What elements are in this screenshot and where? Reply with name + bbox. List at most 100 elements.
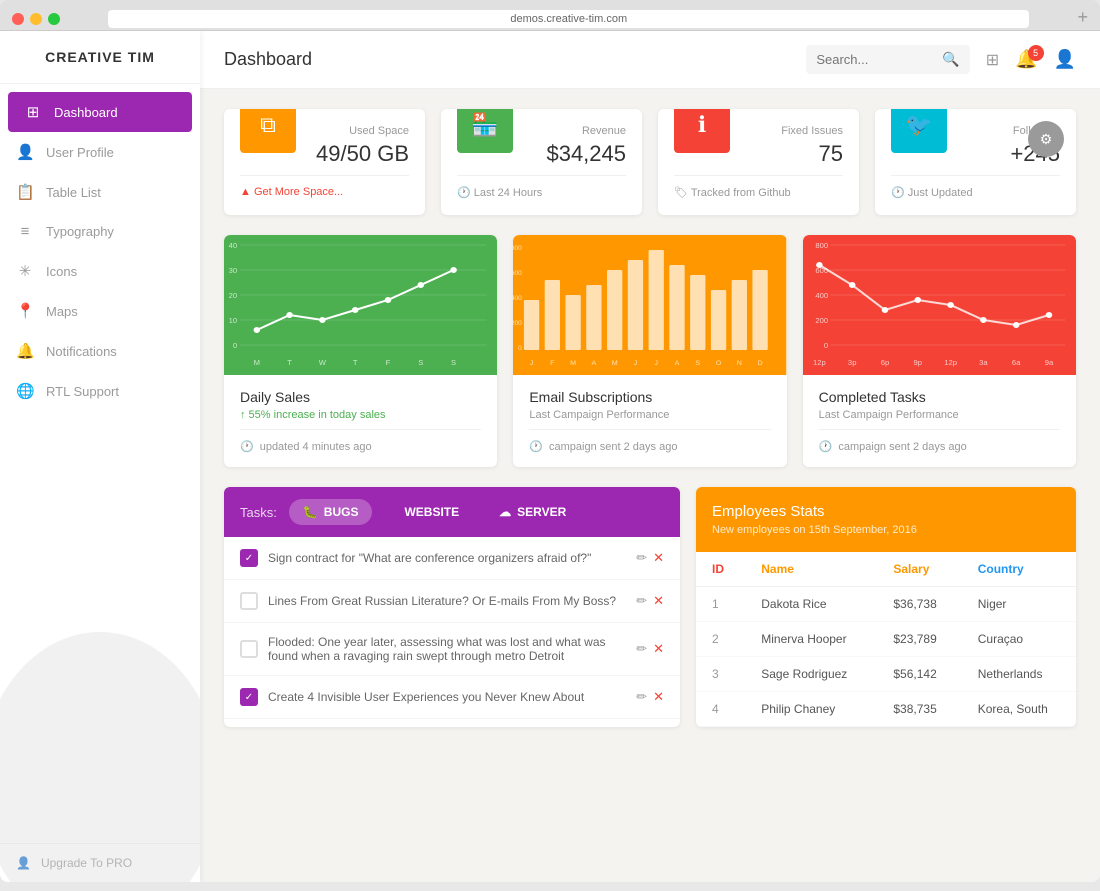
svg-text:M: M (254, 358, 260, 367)
task-edit-4[interactable]: ✏ (636, 689, 647, 705)
table-list-nav-icon: 📋 (16, 183, 34, 201)
svg-text:30: 30 (229, 266, 238, 275)
task-edit-2[interactable]: ✏ (636, 593, 647, 609)
tasks-header: Tasks: 🐛 BUGS WEBSITE ☁ SERVER (224, 487, 680, 537)
grid-icon[interactable]: ⊞ (986, 50, 999, 70)
sidebar-item-dashboard[interactable]: ⊞ Dashboard (8, 92, 192, 132)
stat-card-used-space: ⧉ Used Space 49/50 GB ▲ Get More Space..… (224, 109, 425, 215)
dashboard-nav-label: Dashboard (54, 105, 118, 120)
user-icon[interactable]: 👤 (1054, 49, 1076, 70)
traffic-lights (12, 13, 60, 25)
svg-text:F: F (551, 360, 555, 367)
task-delete-1[interactable]: ✕ (653, 550, 664, 566)
employees-table: IDNameSalaryCountry 1Dakota Rice$36,738N… (696, 552, 1076, 727)
server-label: SERVER (517, 505, 566, 519)
stat-icon-followers: 🐦 (891, 109, 947, 153)
search-icon: 🔍 (942, 51, 959, 68)
notifications-button[interactable]: 🔔 5 (1015, 49, 1037, 70)
task-delete-2[interactable]: ✕ (653, 593, 664, 609)
svg-text:6p: 6p (880, 358, 889, 367)
user-profile-nav-icon: 👤 (16, 143, 34, 161)
website-label: WEBSITE (404, 505, 459, 519)
stat-footer-used-space: ▲ Get More Space... (240, 175, 409, 198)
employees-subtitle: New employees on 15th September, 2016 (712, 524, 1060, 536)
stat-value-fixed-issues: 75 (730, 141, 843, 167)
stat-card-revenue: 🏪 Revenue $34,245 🕐 Last 24 Hours (441, 109, 642, 215)
stats-row: ⧉ Used Space 49/50 GB ▲ Get More Space..… (224, 109, 1076, 215)
sidebar-item-typography[interactable]: ≡ Typography (0, 212, 200, 251)
typography-nav-icon: ≡ (16, 223, 34, 240)
chart-header-daily-sales: 403020100 MTWTFSS (224, 235, 497, 375)
maximize-button[interactable] (48, 13, 60, 25)
task-delete-3[interactable]: ✕ (653, 641, 664, 657)
sidebar-logo: CREATIVE TIM (0, 31, 200, 84)
svg-text:S: S (418, 358, 423, 367)
task-edit-3[interactable]: ✏ (636, 641, 647, 657)
task-checkbox-2[interactable] (240, 592, 258, 610)
sidebar-item-rtl-support[interactable]: 🌐 RTL Support (0, 371, 200, 411)
employee-country: Niger (962, 587, 1076, 622)
rtl-support-nav-label: RTL Support (46, 384, 119, 399)
user-profile-nav-label: User Profile (46, 145, 114, 160)
gear-icon[interactable]: ⚙ (1028, 121, 1064, 157)
employee-salary: $23,789 (877, 622, 961, 657)
svg-text:40: 40 (229, 241, 238, 250)
app-container: CREATIVE TIM ⊞ Dashboard👤 User Profile📋 … (0, 31, 1100, 882)
svg-text:3p: 3p (848, 358, 857, 367)
employee-country: Netherlands (962, 657, 1076, 692)
sidebar-item-maps[interactable]: 📍 Maps (0, 291, 200, 331)
sidebar-item-icons[interactable]: ✳ Icons (0, 251, 200, 291)
maps-nav-label: Maps (46, 304, 78, 319)
svg-text:J: J (655, 360, 659, 367)
employee-name: Minerva Hooper (745, 622, 877, 657)
table-row: 1Dakota Rice$36,738Niger (696, 587, 1076, 622)
stat-info-used-space: Used Space 49/50 GB (296, 125, 409, 167)
svg-text:9p: 9p (913, 358, 922, 367)
stat-icon-used-space: ⧉ (240, 109, 296, 153)
url-bar[interactable]: demos.creative-tim.com (108, 10, 1029, 28)
new-tab-button[interactable]: + (1077, 8, 1088, 30)
task-tab-server[interactable]: ☁ SERVER (485, 499, 580, 525)
stat-footer-fixed-issues: 🏷 Tracked from Github (674, 175, 843, 199)
svg-text:800: 800 (513, 245, 522, 252)
stat-card-top: 🏪 Revenue $34,245 (457, 125, 626, 167)
close-button[interactable] (12, 13, 24, 25)
task-checkbox-3[interactable] (240, 640, 258, 658)
table-row: 3Sage Rodriguez$56,142Netherlands (696, 657, 1076, 692)
topbar-icons: ⊞ 🔔 5 👤 (986, 49, 1076, 70)
svg-text:0: 0 (233, 341, 237, 350)
svg-text:600: 600 (513, 270, 522, 277)
sidebar-item-user-profile[interactable]: 👤 User Profile (0, 132, 200, 172)
stat-icon-fixed-issues: ℹ (674, 109, 730, 153)
upgrade-label: Upgrade To PRO (41, 856, 132, 870)
chart-footer-daily-sales: 🕐 updated 4 minutes ago (240, 429, 481, 453)
task-tab-website[interactable]: WEBSITE (384, 499, 473, 525)
maps-nav-icon: 📍 (16, 302, 34, 320)
bottom-row: Tasks: 🐛 BUGS WEBSITE ☁ SERVER ✓ Sign co… (224, 487, 1076, 727)
task-edit-1[interactable]: ✏ (636, 550, 647, 566)
dashboard-nav-icon: ⊞ (24, 103, 42, 121)
employees-col-country: Country (962, 552, 1076, 587)
search-bar[interactable]: 🔍 (806, 45, 969, 74)
search-input[interactable] (816, 52, 936, 67)
icons-nav-label: Icons (46, 264, 77, 279)
task-tab-bugs[interactable]: 🐛 BUGS (289, 499, 373, 525)
server-icon: ☁ (499, 505, 511, 519)
employee-name: Philip Chaney (745, 692, 877, 727)
sidebar-item-notifications[interactable]: 🔔 Notifications (0, 331, 200, 371)
stat-card-followers: ⚙ 🐦 Followers +245 🕐 Just Updated (875, 109, 1076, 215)
task-text-4: Create 4 Invisible User Experiences you … (268, 690, 626, 704)
minimize-button[interactable] (30, 13, 42, 25)
icons-nav-icon: ✳ (16, 262, 34, 280)
employee-salary: $56,142 (877, 657, 961, 692)
chart-body-email-subscriptions: Email Subscriptions Last Campaign Perfor… (513, 375, 786, 467)
upgrade-button[interactable]: 👤 Upgrade To PRO (0, 843, 200, 882)
sidebar-item-table-list[interactable]: 📋 Table List (0, 172, 200, 212)
employee-id: 2 (696, 622, 745, 657)
svg-text:200: 200 (513, 320, 522, 327)
task-checkbox-4[interactable]: ✓ (240, 688, 258, 706)
task-delete-4[interactable]: ✕ (653, 689, 664, 705)
task-checkbox-1[interactable]: ✓ (240, 549, 258, 567)
tasks-card: Tasks: 🐛 BUGS WEBSITE ☁ SERVER ✓ Sign co… (224, 487, 680, 727)
svg-text:M: M (571, 360, 577, 367)
